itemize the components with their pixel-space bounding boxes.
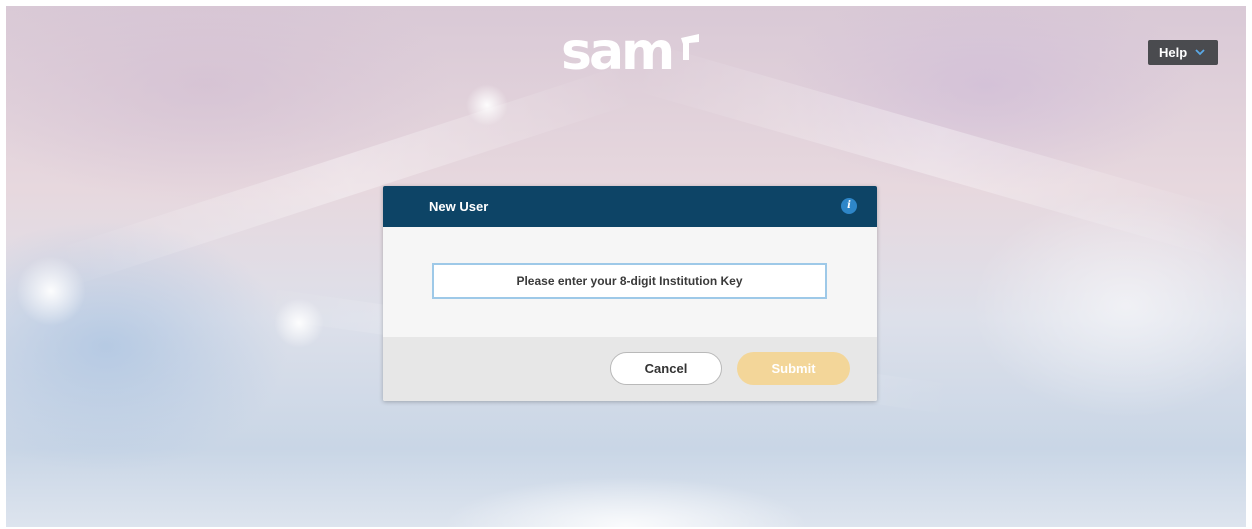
chevron-down-icon <box>1195 49 1205 56</box>
submit-button[interactable]: Submit <box>737 352 850 385</box>
new-user-dialog: New User i Cancel Submit <box>383 186 877 401</box>
cancel-button[interactable]: Cancel <box>610 352 722 385</box>
info-icon[interactable]: i <box>841 198 857 214</box>
background: sam Help New User i Cancel Submit <box>6 6 1246 527</box>
help-button[interactable]: Help <box>1148 40 1218 65</box>
dialog-title: New User <box>429 199 489 214</box>
dialog-body <box>383 227 877 337</box>
sam-logo: sam <box>561 22 701 82</box>
background-glow <box>16 256 86 326</box>
dialog-header: New User i <box>383 186 877 227</box>
logo-flag-icon <box>681 34 699 60</box>
logo-text: sam <box>561 22 675 82</box>
dialog-footer: Cancel Submit <box>383 337 877 401</box>
background-glow <box>274 298 324 348</box>
background-glow <box>466 84 508 126</box>
help-label: Help <box>1159 45 1188 60</box>
institution-key-input[interactable] <box>432 263 827 299</box>
